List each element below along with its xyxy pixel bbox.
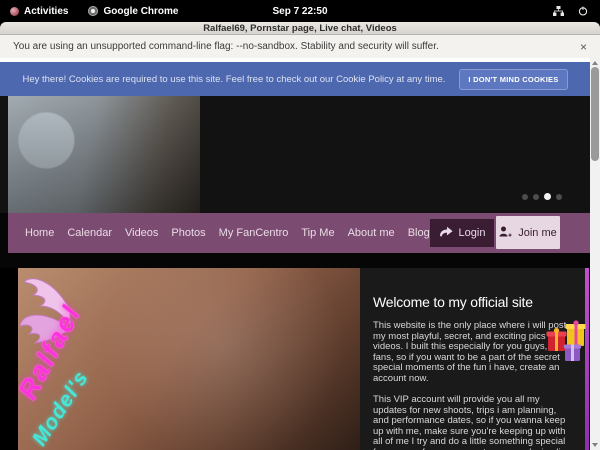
infobar-message: You are using an unsupported command-lin…	[13, 41, 439, 52]
nav-item-photos[interactable]: Photos	[171, 227, 205, 239]
welcome-title: Welcome to my official site	[373, 294, 571, 310]
join-person-icon	[499, 226, 512, 240]
window-title: Ralfael69, Pornstar page, Live chat, Vid…	[203, 23, 397, 34]
cookie-accept-button[interactable]: I DON'T MIND COOKIES	[459, 69, 567, 90]
network-icon[interactable]	[553, 6, 564, 16]
join-label: Join me	[518, 227, 557, 239]
gifts-icon	[546, 318, 590, 369]
infobar-close-icon[interactable]: ×	[580, 41, 587, 53]
site-body: Home Calendar Videos Photos My FanCentro…	[0, 96, 590, 450]
nav-item-tipme[interactable]: Tip Me	[301, 227, 334, 239]
app-menu-button[interactable]: Google Chrome	[88, 6, 178, 17]
carousel-dot[interactable]	[533, 194, 539, 200]
join-button[interactable]: Join me	[496, 216, 560, 249]
activities-label: Activities	[24, 6, 68, 17]
login-button[interactable]: Login	[430, 219, 494, 247]
scrollbar-down-arrow-icon[interactable]	[592, 443, 598, 447]
chrome-logo-icon	[88, 6, 98, 16]
nav-item-fancentro[interactable]: My FanCentro	[219, 227, 289, 239]
activities-button[interactable]: Activities	[10, 6, 68, 17]
window-title-bar: Ralfael69, Pornstar page, Live chat, Vid…	[0, 22, 600, 35]
hero-photo-placeholder	[8, 96, 200, 213]
nav-item-home[interactable]: Home	[25, 227, 54, 239]
activities-indicator-icon	[10, 7, 19, 16]
hero-slider	[0, 96, 590, 213]
cookie-banner: Hey there! Cookies are required to use t…	[0, 62, 590, 96]
system-top-bar: Activities Google Chrome Sep 7 22:50	[0, 0, 600, 22]
power-icon[interactable]	[578, 6, 588, 16]
carousel-dots	[522, 193, 562, 200]
nav-item-blog[interactable]: Blog	[408, 227, 430, 239]
clock[interactable]: Sep 7 22:50	[272, 6, 327, 17]
main-content: Ralfael Model's Welcome to my official s…	[0, 268, 590, 450]
nav-item-videos[interactable]: Videos	[125, 227, 158, 239]
flag-infobar: You are using an unsupported command-lin…	[0, 35, 600, 58]
carousel-dot[interactable]	[544, 193, 551, 200]
page-scrollbar[interactable]	[590, 58, 600, 450]
welcome-paragraph-1: This website is the only place where i w…	[373, 321, 572, 384]
scrollbar-up-arrow-icon[interactable]	[592, 61, 598, 65]
scrollbar-thumb[interactable]	[591, 67, 599, 161]
nav-item-aboutme[interactable]: About me	[348, 227, 395, 239]
profile-photo-placeholder: Ralfael Model's	[18, 268, 360, 450]
screen: Activities Google Chrome Sep 7 22:50 Ral…	[0, 0, 600, 450]
page-viewport: Hey there! Cookies are required to use t…	[0, 58, 600, 450]
cookie-message: Hey there! Cookies are required to use t…	[22, 74, 445, 85]
login-arrow-icon	[439, 226, 453, 240]
carousel-dot[interactable]	[522, 194, 528, 200]
app-menu-label: Google Chrome	[103, 6, 178, 17]
welcome-paragraph-2: This VIP account will provide you all my…	[373, 395, 572, 450]
nav-item-calendar[interactable]: Calendar	[67, 227, 112, 239]
main-nav: Home Calendar Videos Photos My FanCentro…	[8, 213, 590, 253]
carousel-dot[interactable]	[556, 194, 562, 200]
login-label: Login	[459, 227, 486, 239]
